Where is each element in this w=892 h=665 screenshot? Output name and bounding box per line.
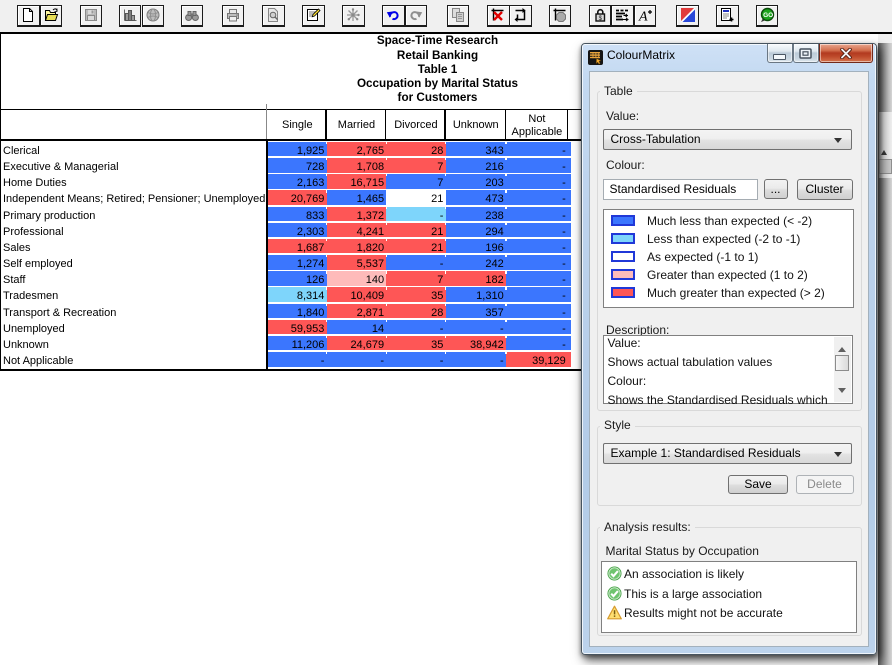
svg-text:A: A — [638, 10, 648, 24]
svg-text:GO: GO — [763, 12, 773, 19]
